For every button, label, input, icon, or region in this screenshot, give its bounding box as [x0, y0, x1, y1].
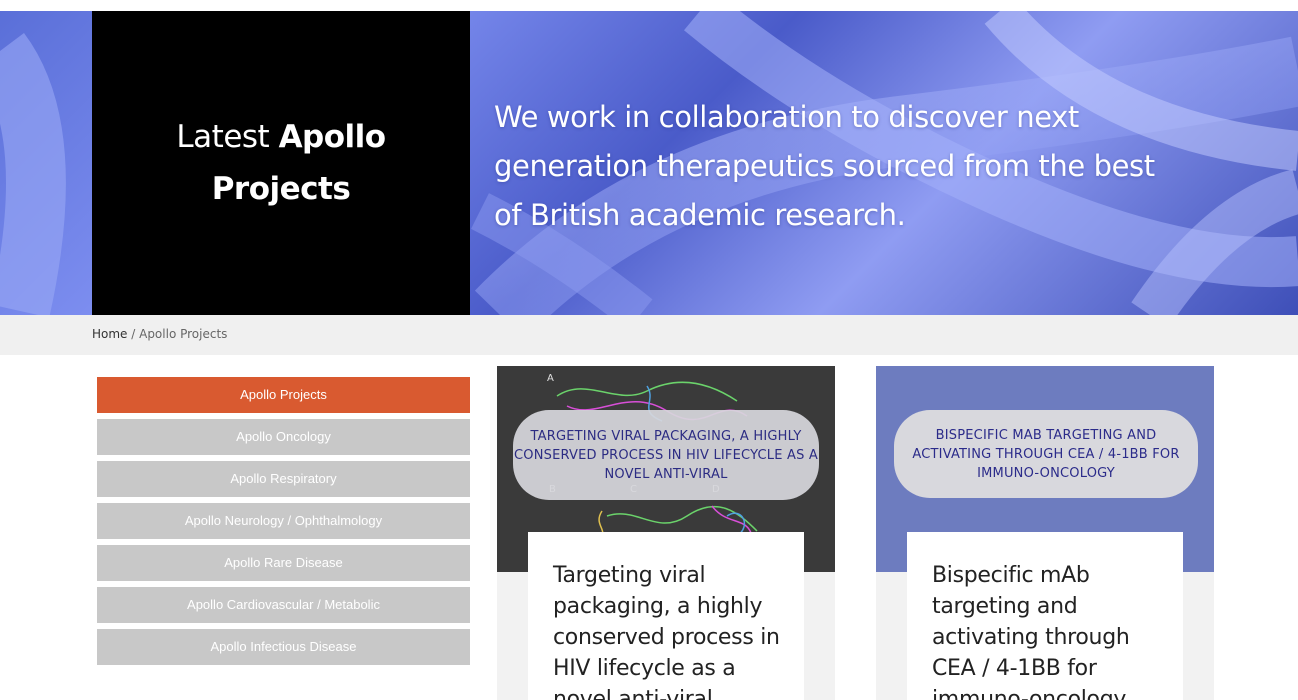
sidebar-item-apollo-neurology-ophthalmology[interactable]: Apollo Neurology / Ophthalmology	[97, 503, 470, 539]
card-body: Bispecific mAb targeting and activating …	[907, 532, 1183, 700]
breadcrumb: Home / Apollo Projects	[92, 327, 227, 341]
sidebar-item-apollo-infectious-disease[interactable]: Apollo Infectious Disease	[97, 629, 470, 665]
sidebar-item-apollo-rare-disease[interactable]: Apollo Rare Disease	[97, 545, 470, 581]
sidebar-menu: Apollo Projects Apollo Oncology Apollo R…	[97, 377, 470, 671]
project-card[interactable]: BISPECIFIC MAB TARGETING AND ACTIVATING …	[876, 366, 1214, 700]
title-light-text: Latest	[176, 119, 279, 155]
hero-tagline: We work in collaboration to discover nex…	[494, 100, 1155, 232]
project-card[interactable]: A B C D TARGETING VIRAL PACKAGING, A HIG…	[497, 366, 835, 700]
card-body: Targeting viral packaging, a highly cons…	[528, 532, 804, 700]
card-image-caption: BISPECIFIC MAB TARGETING AND ACTIVATING …	[894, 410, 1198, 498]
breadcrumb-current: Apollo Projects	[139, 327, 228, 341]
breadcrumb-bar: Home / Apollo Projects	[0, 315, 1298, 355]
hero-banner: Latest Apollo Projects We work in collab…	[0, 11, 1298, 315]
title-bold-text-2: Projects	[211, 171, 351, 207]
hero-title-box: Latest Apollo Projects	[92, 11, 470, 315]
figure-label: A	[547, 373, 554, 384]
page-title: Latest Apollo Projects	[176, 111, 387, 215]
breadcrumb-home-link[interactable]: Home	[92, 327, 127, 341]
sidebar-item-apollo-respiratory[interactable]: Apollo Respiratory	[97, 461, 470, 497]
sidebar-item-apollo-projects[interactable]: Apollo Projects	[97, 377, 470, 413]
card-title[interactable]: Bispecific mAb targeting and activating …	[932, 560, 1161, 700]
card-image-caption: TARGETING VIRAL PACKAGING, A HIGHLY CONS…	[513, 410, 819, 500]
breadcrumb-separator: /	[127, 327, 140, 341]
sidebar-item-apollo-cardiovascular-metabolic[interactable]: Apollo Cardiovascular / Metabolic	[97, 587, 470, 623]
title-bold-text: Apollo	[278, 119, 387, 155]
sidebar-item-apollo-oncology[interactable]: Apollo Oncology	[97, 419, 470, 455]
card-title[interactable]: Targeting viral packaging, a highly cons…	[553, 560, 782, 700]
